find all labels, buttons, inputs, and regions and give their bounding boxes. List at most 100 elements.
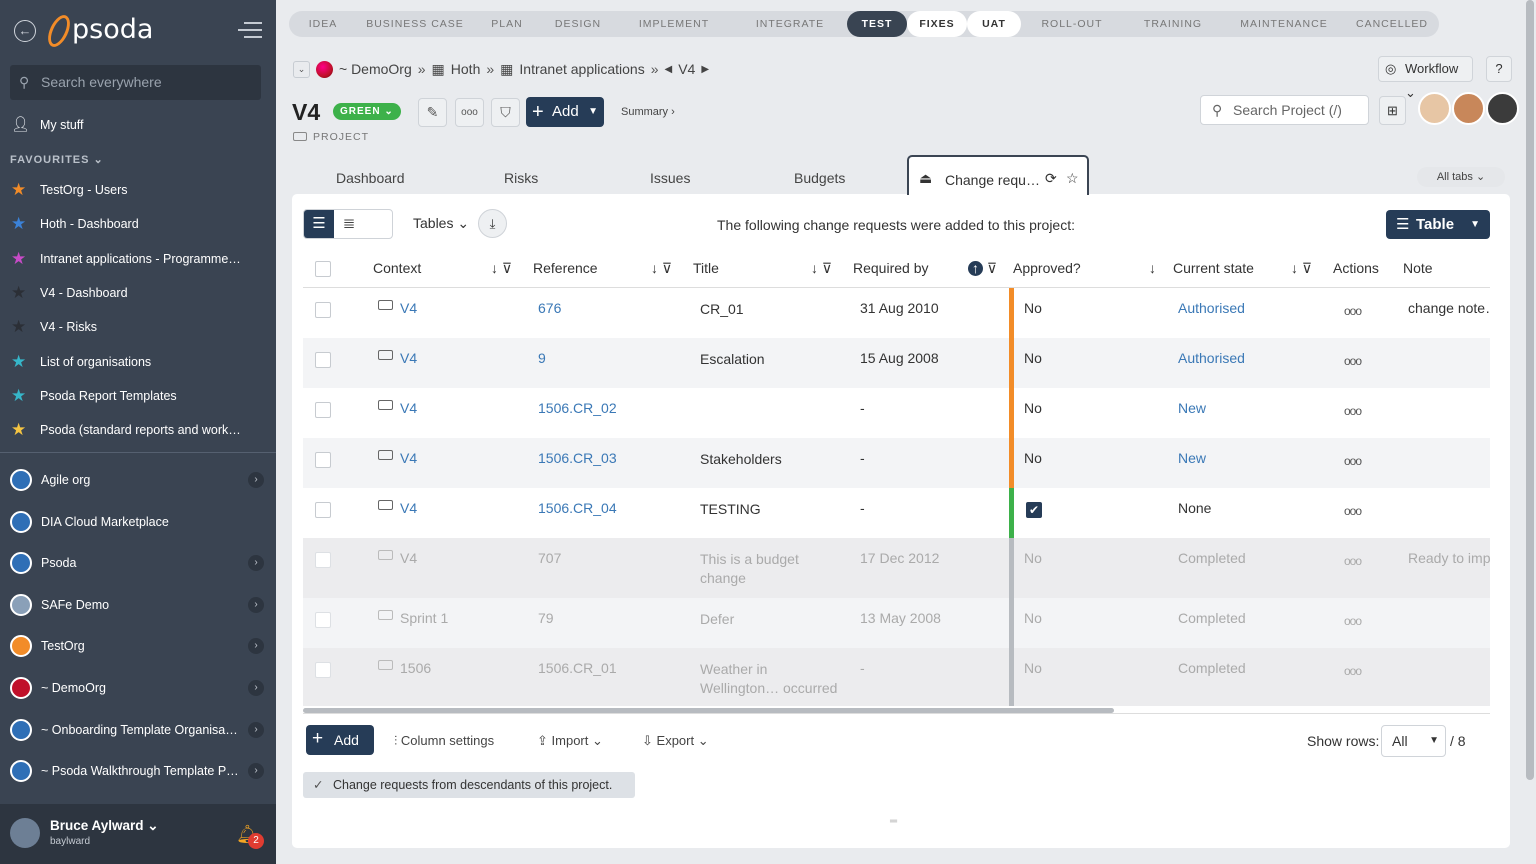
table-row[interactable]: V4 1506.CR_04 TESTING - ✔ None ooo <box>303 488 1490 538</box>
phase-cancelled[interactable]: CANCELLED <box>1345 11 1439 37</box>
reference-link[interactable]: 1506.CR_01 <box>538 660 617 676</box>
column-settings-button[interactable]: ⫶ Column settings <box>394 733 494 749</box>
phase-maintenance[interactable]: MAINTENANCE <box>1223 11 1345 37</box>
table-row[interactable]: V4 676 CR_01 31 Aug 2010 No Authorised ooo chan… <box>303 288 1490 338</box>
vertical-scrollbar[interactable] <box>1526 0 1534 780</box>
add-button[interactable]: + Add ▼ <box>526 97 604 127</box>
status-badge[interactable]: GREEN ⌄ <box>333 103 401 120</box>
sort-filter-icon[interactable]: ↓ ⊽ <box>811 250 832 287</box>
state-cell[interactable]: Authorised <box>1178 350 1245 366</box>
density-medium-icon[interactable]: ≣ <box>334 210 364 238</box>
org-item[interactable]: SAFe Demo › <box>0 586 276 624</box>
state-cell[interactable]: Authorised <box>1178 300 1245 316</box>
context-link[interactable]: 1506 <box>400 660 431 676</box>
sort-filter-icon[interactable]: ↓ ⊽ <box>651 250 672 287</box>
phase-idea[interactable]: IDEA <box>289 11 357 37</box>
row-checkbox[interactable] <box>315 662 331 678</box>
phase-roll-out[interactable]: ROLL-OUT <box>1021 11 1123 37</box>
row-checkbox[interactable] <box>315 502 331 518</box>
phase-design[interactable]: DESIGN <box>541 11 615 37</box>
reference-link[interactable]: 79 <box>538 610 554 626</box>
column-header-reference[interactable]: Reference <box>533 250 598 287</box>
column-header-approved[interactable]: Approved? <box>1013 250 1081 287</box>
breadcrumb-intranet[interactable]: Intranet applications <box>519 61 644 77</box>
column-header-context[interactable]: Context <box>373 250 421 287</box>
add-row-button[interactable]: + Add <box>306 725 374 755</box>
org-item[interactable]: ~ DemoOrg › <box>0 669 276 707</box>
chevron-right-icon[interactable]: › <box>248 555 264 572</box>
psoda-logo[interactable]: psoda <box>72 14 153 45</box>
team-member-avatar[interactable] <box>1418 92 1451 125</box>
tab-budgets[interactable]: Budgets <box>794 170 845 186</box>
reference-link[interactable]: 676 <box>538 300 561 316</box>
context-link[interactable]: V4 <box>400 450 417 466</box>
row-checkbox[interactable] <box>315 552 331 568</box>
table-view-button[interactable]: ☰ Table ▼ <box>1386 210 1490 239</box>
favourite-item[interactable]: ★ Psoda Report Templates <box>0 381 276 411</box>
phase-uat[interactable]: UAT <box>967 11 1021 37</box>
show-rows-select[interactable]: All ▼ <box>1381 725 1446 757</box>
export-button[interactable]: ⇩ Export ⌄ <box>642 733 709 749</box>
phase-fixes[interactable]: FIXES <box>907 11 967 37</box>
column-header-current-state[interactable]: Current state <box>1173 250 1254 287</box>
row-checkbox[interactable] <box>315 352 331 368</box>
star-icon[interactable]: ☆ <box>1066 170 1079 187</box>
row-actions-icon[interactable]: ooo <box>1344 664 1362 678</box>
breadcrumb-hoth[interactable]: Hoth <box>451 61 481 77</box>
sort-icon[interactable]: ↓ <box>1149 250 1156 287</box>
more-actions-button[interactable]: ooo <box>455 98 484 127</box>
favourite-item[interactable]: ★ TestOrg - Users <box>0 175 276 205</box>
phase-test[interactable]: TEST <box>847 11 907 37</box>
chevron-right-icon[interactable]: › <box>248 763 264 780</box>
breadcrumb-org[interactable]: ~ DemoOrg <box>339 61 412 77</box>
descendants-toggle[interactable]: ✓ Change requests from descendants of th… <box>303 772 635 798</box>
context-link[interactable]: Sprint 1 <box>400 610 448 626</box>
next-sibling-icon[interactable]: ▶ <box>701 64 709 75</box>
phase-integrate[interactable]: INTEGRATE <box>733 11 847 37</box>
favourite-item[interactable]: ★ List of organisations <box>0 347 276 377</box>
density-large-icon[interactable]: ☰ <box>304 210 334 238</box>
reference-link[interactable]: 1506.CR_02 <box>538 400 617 416</box>
org-item[interactable]: TestOrg › <box>0 627 276 665</box>
org-item[interactable]: Agile org › <box>0 461 276 499</box>
phase-plan[interactable]: PLAN <box>473 11 541 37</box>
phase-training[interactable]: TRAINING <box>1123 11 1223 37</box>
help-button[interactable]: ? <box>1486 56 1512 82</box>
org-item[interactable]: DIA Cloud Marketplace <box>0 503 276 541</box>
state-cell[interactable]: New <box>1178 450 1206 466</box>
row-actions-icon[interactable]: ooo <box>1344 404 1362 418</box>
row-checkbox[interactable] <box>315 302 331 318</box>
user-name[interactable]: Bruce Aylward ⌄ <box>50 818 159 834</box>
tab-risks[interactable]: Risks <box>504 170 538 186</box>
reference-link[interactable]: 707 <box>538 550 561 566</box>
collapse-menu-icon[interactable] <box>238 22 262 38</box>
state-cell[interactable]: New <box>1178 400 1206 416</box>
team-member-avatar[interactable] <box>1452 92 1485 125</box>
row-actions-icon[interactable]: ooo <box>1344 454 1362 468</box>
user-avatar[interactable] <box>10 818 40 848</box>
row-actions-icon[interactable]: ooo <box>1344 504 1362 518</box>
tab-dashboard[interactable]: Dashboard <box>336 170 405 186</box>
org-item[interactable]: ~ Onboarding Template Organisa… › <box>0 711 276 749</box>
select-all-checkbox[interactable] <box>315 261 331 277</box>
org-item[interactable]: Psoda › <box>0 544 276 582</box>
sort-filter-icon[interactable]: ↓ ⊽ <box>491 250 512 287</box>
back-icon[interactable]: ← <box>14 20 36 42</box>
chevron-right-icon[interactable]: › <box>248 472 264 488</box>
column-header-required-by[interactable]: Required by <box>853 250 929 287</box>
row-checkbox[interactable] <box>315 452 331 468</box>
hierarchy-button[interactable]: ⊞ <box>1379 96 1406 125</box>
favourite-item[interactable]: ★ Intranet applications - Programme… <box>0 244 276 274</box>
sort-filter-icon[interactable]: ↓ ⊽ <box>1291 250 1312 287</box>
table-row[interactable]: V4 1506.CR_03 Stakeholders - No New ooo <box>303 438 1490 488</box>
chevron-right-icon[interactable]: › <box>248 638 264 655</box>
reference-link[interactable]: 9 <box>538 350 546 366</box>
favourite-item[interactable]: ★ V4 - Dashboard <box>0 278 276 308</box>
row-actions-icon[interactable]: ooo <box>1344 354 1362 368</box>
search-project-input[interactable]: ⚲ Search Project (/) <box>1200 95 1369 125</box>
table-row[interactable]: 1506 1506.CR_01 Weather in Wellington… occ… <box>303 648 1490 706</box>
column-header-title[interactable]: Title <box>693 250 719 287</box>
sort-asc-filter-icon[interactable]: ↑ ⊽ <box>968 250 997 287</box>
favourite-item[interactable]: ★ V4 - Risks <box>0 312 276 342</box>
edit-button[interactable]: ✎ <box>418 98 447 127</box>
